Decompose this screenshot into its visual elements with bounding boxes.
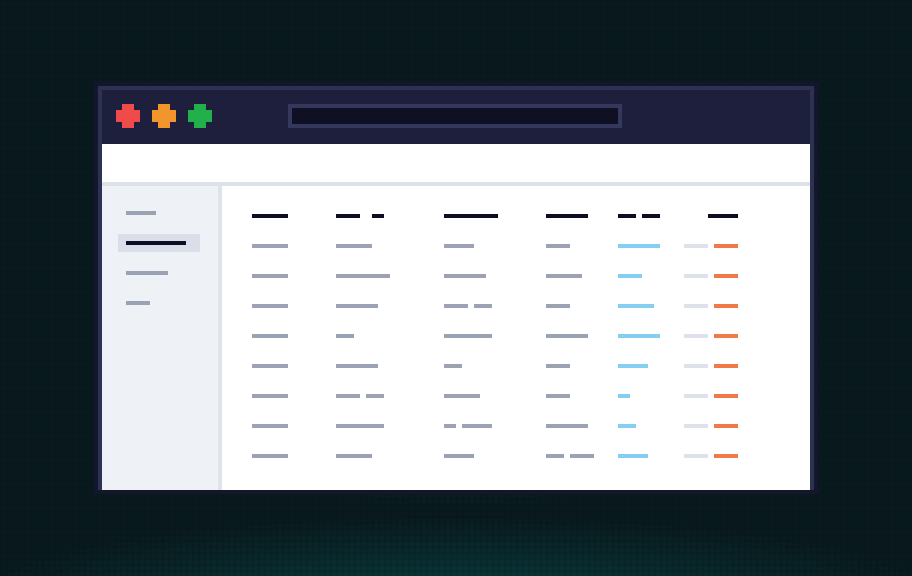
cell-placeholder <box>252 274 288 278</box>
column-header[interactable] <box>546 214 588 218</box>
sidebar-item[interactable] <box>126 266 186 280</box>
badge-track <box>684 244 708 248</box>
link-placeholder[interactable] <box>618 364 648 368</box>
column-header[interactable] <box>252 214 288 218</box>
cell-placeholder <box>336 424 384 428</box>
status-badge <box>714 274 738 278</box>
link-placeholder[interactable] <box>618 334 660 338</box>
cell-placeholder <box>336 364 378 368</box>
cell-placeholder <box>570 454 594 458</box>
link-placeholder[interactable] <box>618 304 654 308</box>
sidebar-item-label-placeholder <box>126 301 150 305</box>
column-header[interactable] <box>708 214 738 218</box>
cell-placeholder <box>444 394 480 398</box>
cell-placeholder <box>444 274 486 278</box>
badge-track <box>684 274 708 278</box>
cell-placeholder <box>252 424 288 428</box>
cell-placeholder <box>252 304 288 308</box>
minimize-button[interactable] <box>152 104 176 128</box>
badge-track <box>684 424 708 428</box>
status-badge <box>714 394 738 398</box>
cell-placeholder <box>546 244 570 248</box>
column-header[interactable] <box>642 214 660 218</box>
sidebar-item[interactable] <box>126 206 186 220</box>
column-header[interactable] <box>336 214 360 218</box>
cell-placeholder <box>336 394 360 398</box>
sidebar-item-active[interactable] <box>126 236 196 250</box>
status-badge <box>714 244 738 248</box>
link-placeholder[interactable] <box>618 424 636 428</box>
column-header[interactable] <box>618 214 636 218</box>
column-header[interactable] <box>372 214 384 218</box>
cell-placeholder <box>474 304 492 308</box>
sidebar-item[interactable] <box>126 296 186 310</box>
cell-placeholder <box>546 394 570 398</box>
cell-placeholder <box>252 364 288 368</box>
column-header[interactable] <box>444 214 498 218</box>
cell-placeholder <box>546 364 570 368</box>
badge-track <box>684 394 708 398</box>
data-table <box>222 186 810 490</box>
link-placeholder[interactable] <box>618 274 642 278</box>
cell-placeholder <box>252 334 288 338</box>
cell-placeholder <box>462 424 492 428</box>
cell-placeholder <box>546 274 582 278</box>
cell-placeholder <box>252 244 288 248</box>
sidebar-item-label-placeholder <box>126 211 156 215</box>
status-badge <box>714 364 738 368</box>
sidebar-item-label-placeholder <box>126 241 186 245</box>
link-placeholder[interactable] <box>618 394 630 398</box>
status-badge <box>714 424 738 428</box>
cell-placeholder <box>546 454 564 458</box>
cell-placeholder <box>546 304 570 308</box>
title-bar <box>102 90 810 142</box>
cell-placeholder <box>252 454 288 458</box>
badge-track <box>684 334 708 338</box>
cell-placeholder <box>336 274 390 278</box>
cell-placeholder <box>444 454 474 458</box>
cell-placeholder <box>336 304 378 308</box>
sidebar-item-label-placeholder <box>126 271 168 275</box>
cell-placeholder <box>336 454 372 458</box>
cell-placeholder <box>444 304 468 308</box>
browser-window <box>98 86 814 490</box>
address-bar[interactable] <box>288 104 622 128</box>
cell-placeholder <box>444 334 492 338</box>
cell-placeholder <box>546 334 588 338</box>
sidebar <box>102 186 218 490</box>
status-badge <box>714 454 738 458</box>
badge-track <box>684 364 708 368</box>
badge-track <box>684 304 708 308</box>
cell-placeholder <box>336 334 354 338</box>
close-button[interactable] <box>116 104 140 128</box>
cell-placeholder <box>366 394 384 398</box>
badge-track <box>684 454 708 458</box>
link-placeholder[interactable] <box>618 244 660 248</box>
cell-placeholder <box>444 424 456 428</box>
status-badge <box>714 304 738 308</box>
app-header <box>102 144 810 182</box>
maximize-button[interactable] <box>188 104 212 128</box>
cell-placeholder <box>252 394 288 398</box>
link-placeholder[interactable] <box>618 454 648 458</box>
cell-placeholder <box>336 244 372 248</box>
cell-placeholder <box>444 244 474 248</box>
cell-placeholder <box>546 424 588 428</box>
status-badge <box>714 334 738 338</box>
cell-placeholder <box>444 364 462 368</box>
